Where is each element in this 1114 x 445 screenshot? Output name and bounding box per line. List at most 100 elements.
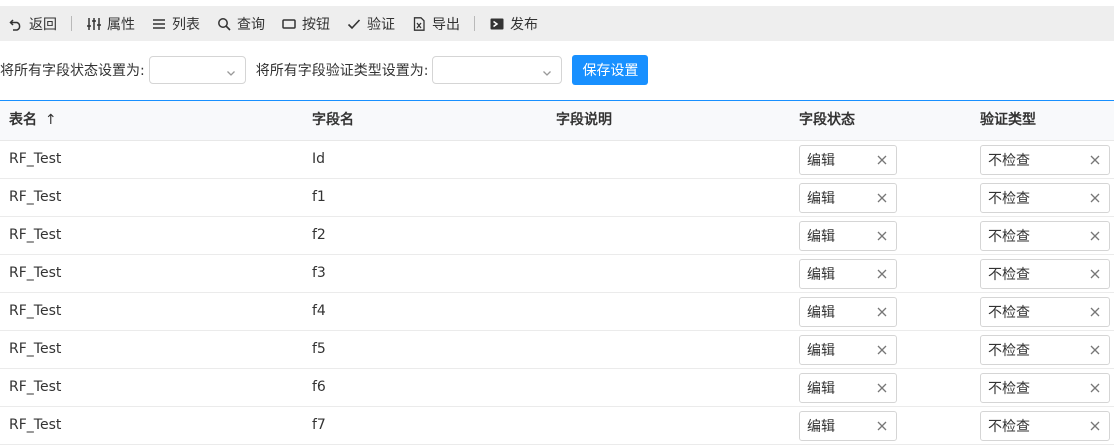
clear-icon[interactable] <box>1089 344 1101 356</box>
undo-icon <box>8 16 24 32</box>
excel-file-icon <box>411 16 427 32</box>
table-name-cell: RF_Test <box>9 417 62 433</box>
properties-label: 属性 <box>107 16 135 33</box>
column-header-table-name[interactable]: 表名 ↑ <box>9 101 57 140</box>
status-setting-select[interactable] <box>148 56 246 84</box>
table-row: RF_Test f2 编辑 不检查 <box>0 217 1114 255</box>
validation-type-select[interactable]: 不检查 <box>980 145 1110 175</box>
toolbar-divider <box>474 16 475 31</box>
toolbar: 返回 属性 列表 查询 按钮 验证 导出 发布 <box>0 6 1114 41</box>
table-name-cell: RF_Test <box>9 151 62 167</box>
sliders-icon <box>86 16 102 32</box>
column-header-validation-type[interactable]: 验证类型 <box>980 101 1036 140</box>
field-name-cell: f3 <box>312 265 326 281</box>
validate-label: 验证 <box>367 16 395 33</box>
field-status-value: 编辑 <box>807 381 835 397</box>
list-icon <box>151 16 167 32</box>
field-status-select[interactable]: 编辑 <box>799 411 897 441</box>
publish-label: 发布 <box>510 16 538 33</box>
field-status-value: 编辑 <box>807 153 835 169</box>
field-name-cell: f2 <box>312 227 326 243</box>
table-row: RF_Test Id 编辑 不检查 <box>0 141 1114 179</box>
toolbar-divider <box>71 16 72 31</box>
field-name-cell: f1 <box>312 189 326 205</box>
table-row: RF_Test f3 编辑 不检查 <box>0 255 1114 293</box>
button-config-label: 按钮 <box>302 16 330 33</box>
export-button[interactable]: 导出 <box>403 6 468 41</box>
validation-type-select[interactable]: 不检查 <box>980 335 1110 365</box>
list-label: 列表 <box>172 16 200 33</box>
field-status-value: 编辑 <box>807 191 835 207</box>
validation-type-select[interactable]: 不检查 <box>980 297 1110 327</box>
sort-ascending-icon: ↑ <box>44 112 57 128</box>
check-icon <box>346 16 362 32</box>
clear-icon[interactable] <box>876 306 888 318</box>
clear-icon[interactable] <box>1089 154 1101 166</box>
validation-type-select[interactable]: 不检查 <box>980 259 1110 289</box>
clear-icon[interactable] <box>876 154 888 166</box>
table-name-cell: RF_Test <box>9 227 62 243</box>
validation-setting-select[interactable] <box>432 56 563 84</box>
clear-icon[interactable] <box>876 268 888 280</box>
search-icon <box>216 16 232 32</box>
validation-setting-label: 将所有字段验证类型设置为: <box>255 63 429 79</box>
field-status-select[interactable]: 编辑 <box>799 297 897 327</box>
back-label: 返回 <box>29 16 57 33</box>
validation-type-select[interactable]: 不检查 <box>980 183 1110 213</box>
clear-icon[interactable] <box>876 420 888 432</box>
column-header-field-name[interactable]: 字段名 <box>312 101 354 140</box>
field-status-select[interactable]: 编辑 <box>799 221 897 251</box>
clear-icon[interactable] <box>1089 230 1101 242</box>
field-status-select[interactable]: 编辑 <box>799 183 897 213</box>
publish-button[interactable]: 发布 <box>481 6 546 41</box>
clear-icon[interactable] <box>876 382 888 394</box>
field-status-select[interactable]: 编辑 <box>799 145 897 175</box>
validation-type-value: 不检查 <box>988 305 1030 321</box>
field-status-select[interactable]: 编辑 <box>799 259 897 289</box>
field-status-value: 编辑 <box>807 229 835 245</box>
save-settings-button[interactable]: 保存设置 <box>572 55 649 85</box>
clear-icon[interactable] <box>1089 268 1101 280</box>
chevron-down-icon <box>542 66 552 82</box>
validation-type-value: 不检查 <box>988 419 1030 435</box>
column-header-field-status[interactable]: 字段状态 <box>799 101 855 140</box>
query-label: 查询 <box>237 16 265 33</box>
clear-icon[interactable] <box>876 192 888 204</box>
validate-button[interactable]: 验证 <box>338 6 403 41</box>
validation-type-select[interactable]: 不检查 <box>980 221 1110 251</box>
fields-grid: 表名 ↑ 字段名 字段说明 字段状态 验证类型 RF_Test Id 编辑 不检… <box>0 100 1114 445</box>
validation-type-value: 不检查 <box>988 229 1030 245</box>
clear-icon[interactable] <box>1089 420 1101 432</box>
clear-icon[interactable] <box>876 230 888 242</box>
clear-icon[interactable] <box>1089 382 1101 394</box>
table-row: RF_Test f4 编辑 不检查 <box>0 293 1114 331</box>
table-name-cell: RF_Test <box>9 303 62 319</box>
validation-type-value: 不检查 <box>988 191 1030 207</box>
clear-icon[interactable] <box>1089 192 1101 204</box>
table-name-header-label: 表名 <box>9 112 37 128</box>
validation-type-select[interactable]: 不检查 <box>980 373 1110 403</box>
table-row: RF_Test f5 编辑 不检查 <box>0 331 1114 369</box>
field-status-value: 编辑 <box>807 419 835 435</box>
properties-button[interactable]: 属性 <box>78 6 143 41</box>
clear-icon[interactable] <box>1089 306 1101 318</box>
field-status-select[interactable]: 编辑 <box>799 335 897 365</box>
table-name-cell: RF_Test <box>9 189 62 205</box>
table-name-cell: RF_Test <box>9 379 62 395</box>
validation-type-value: 不检查 <box>988 381 1030 397</box>
field-name-cell: f6 <box>312 379 326 395</box>
grid-body: RF_Test Id 编辑 不检查 RF_Test f1 编辑 不检查 RF_T… <box>0 141 1114 445</box>
validation-type-value: 不检查 <box>988 153 1030 169</box>
back-button[interactable]: 返回 <box>0 6 65 41</box>
query-button[interactable]: 查询 <box>208 6 273 41</box>
column-header-field-desc[interactable]: 字段说明 <box>556 101 612 140</box>
list-button[interactable]: 列表 <box>143 6 208 41</box>
table-row: RF_Test f6 编辑 不检查 <box>0 369 1114 407</box>
grid-header: 表名 ↑ 字段名 字段说明 字段状态 验证类型 <box>0 100 1114 141</box>
field-status-value: 编辑 <box>807 267 835 283</box>
field-name-cell: Id <box>312 151 326 167</box>
field-status-select[interactable]: 编辑 <box>799 373 897 403</box>
clear-icon[interactable] <box>876 344 888 356</box>
validation-type-select[interactable]: 不检查 <box>980 411 1110 441</box>
button-config-button[interactable]: 按钮 <box>273 6 338 41</box>
